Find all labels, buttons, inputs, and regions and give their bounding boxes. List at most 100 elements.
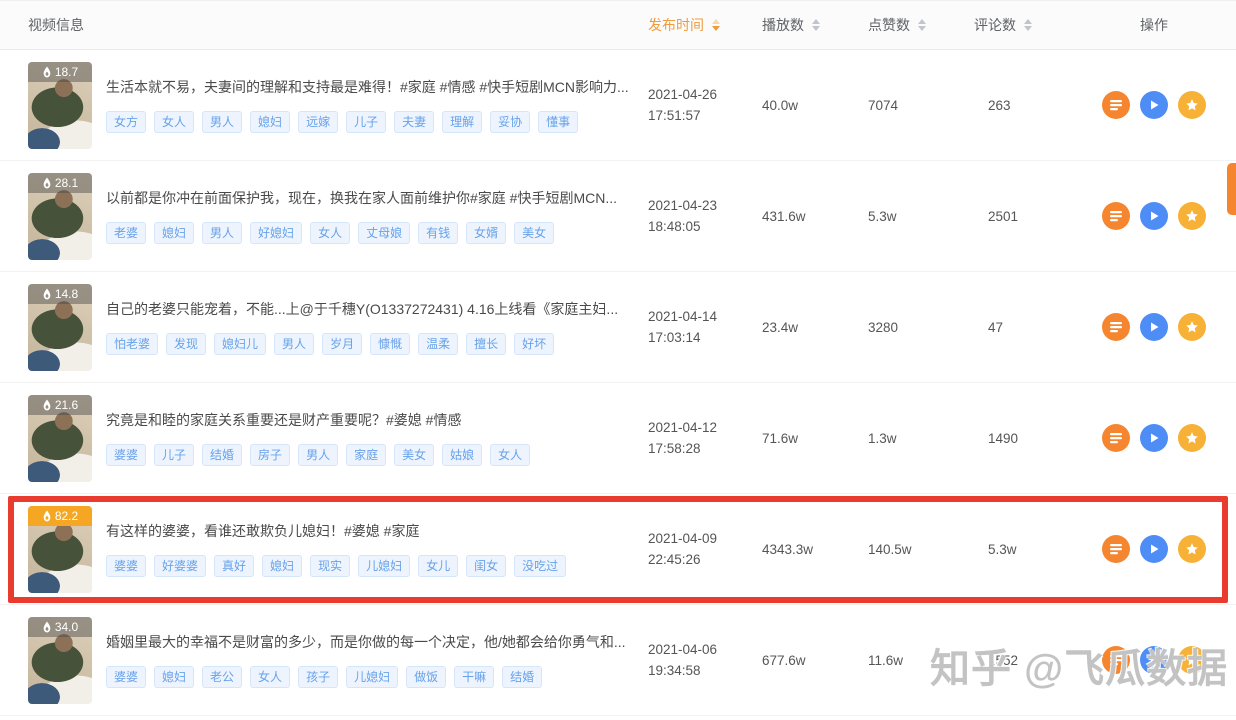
video-tag[interactable]: 现实: [310, 555, 350, 577]
video-title[interactable]: 有这样的婆婆，看谁还敢欺负儿媳妇！#婆媳 #家庭: [106, 522, 566, 540]
sort-caret-icon[interactable]: [812, 19, 820, 31]
video-tag[interactable]: 好坏: [514, 333, 554, 355]
video-title[interactable]: 究竟是和睦的家庭关系重要还是财产重要呢？#婆媳 #情感: [106, 411, 530, 429]
video-thumbnail[interactable]: 82.2: [28, 506, 92, 593]
video-tag[interactable]: 女方: [106, 111, 146, 133]
video-tag[interactable]: 美女: [514, 222, 554, 244]
column-header-play-count[interactable]: 播放数: [762, 15, 868, 35]
video-thumbnail[interactable]: 14.8: [28, 284, 92, 371]
video-tag[interactable]: 懂事: [538, 111, 578, 133]
data-detail-button[interactable]: [1102, 91, 1130, 119]
video-tag[interactable]: 好媳妇: [250, 222, 302, 244]
video-tag[interactable]: 姑娘: [442, 444, 482, 466]
video-title[interactable]: 婚姻里最大的幸福不是财富的多少，而是你做的每一个决定，他/她都会给你勇气和...: [106, 633, 626, 651]
sort-caret-icon[interactable]: [1024, 19, 1032, 31]
video-tag[interactable]: 儿媳妇: [346, 666, 398, 688]
data-detail-button[interactable]: [1102, 424, 1130, 452]
video-tag[interactable]: 温柔: [418, 333, 458, 355]
video-tag[interactable]: 怕老婆: [106, 333, 158, 355]
video-tag[interactable]: 擅长: [466, 333, 506, 355]
column-header-comment-count[interactable]: 评论数: [974, 15, 1098, 35]
video-tag[interactable]: 男人: [274, 333, 314, 355]
actions-label: 操作: [1140, 15, 1168, 35]
video-tag[interactable]: 儿子: [346, 111, 386, 133]
play-video-button[interactable]: [1140, 646, 1168, 674]
column-header-like-count[interactable]: 点赞数: [868, 15, 974, 35]
play-video-button[interactable]: [1140, 202, 1168, 230]
video-tag[interactable]: 女人: [490, 444, 530, 466]
video-tag[interactable]: 闺女: [466, 555, 506, 577]
like-count-cell: 5.3w: [868, 209, 974, 224]
video-tag[interactable]: 儿媳妇: [358, 555, 410, 577]
favorite-button[interactable]: [1178, 91, 1206, 119]
video-tag[interactable]: 媳妇: [154, 666, 194, 688]
video-tag[interactable]: 家庭: [346, 444, 386, 466]
data-detail-button[interactable]: [1102, 202, 1130, 230]
video-tag[interactable]: 丈母娘: [358, 222, 410, 244]
video-tag[interactable]: 婆婆: [106, 444, 146, 466]
edge-drawer-tab[interactable]: [1227, 163, 1236, 215]
favorite-button[interactable]: [1178, 424, 1206, 452]
video-tag[interactable]: 女人: [250, 666, 290, 688]
video-tag[interactable]: 夫妻: [394, 111, 434, 133]
play-video-button[interactable]: [1140, 535, 1168, 563]
video-tag[interactable]: 结婚: [502, 666, 542, 688]
video-tag[interactable]: 理解: [442, 111, 482, 133]
video-tag[interactable]: 好婆婆: [154, 555, 206, 577]
data-detail-button[interactable]: [1102, 646, 1130, 674]
video-title[interactable]: 生活本就不易，夫妻间的理解和支持最是难得！#家庭 #情感 #快手短剧MCN影响力…: [106, 78, 629, 96]
publish-date: 2021-04-09: [648, 528, 762, 549]
video-tag[interactable]: 婆婆: [106, 666, 146, 688]
video-tag[interactable]: 男人: [298, 444, 338, 466]
video-thumbnail[interactable]: 28.1: [28, 173, 92, 260]
play-count-cell: 677.6w: [762, 653, 868, 668]
play-video-button[interactable]: [1140, 91, 1168, 119]
video-tag[interactable]: 发现: [166, 333, 206, 355]
video-tag[interactable]: 媳妇儿: [214, 333, 266, 355]
video-tag[interactable]: 远嫁: [298, 111, 338, 133]
video-tag[interactable]: 妥协: [490, 111, 530, 133]
sort-caret-icon[interactable]: [712, 19, 720, 31]
play-video-button[interactable]: [1140, 424, 1168, 452]
video-tag[interactable]: 女儿: [418, 555, 458, 577]
video-tag[interactable]: 老公: [202, 666, 242, 688]
video-title[interactable]: 以前都是你冲在前面保护我，现在，换我在家人面前维护你#家庭 #快手短剧MCN..…: [106, 189, 617, 207]
video-tag[interactable]: 结婚: [202, 444, 242, 466]
video-tag[interactable]: 美女: [394, 444, 434, 466]
video-tag[interactable]: 岁月: [322, 333, 362, 355]
video-tag[interactable]: 男人: [202, 111, 242, 133]
video-title[interactable]: 自己的老婆只能宠着，不能...上@于千穗Y(O1337272431) 4.16上…: [106, 300, 618, 318]
play-video-button[interactable]: [1140, 313, 1168, 341]
video-thumbnail[interactable]: 34.0: [28, 617, 92, 704]
video-tag[interactable]: 媳妇: [250, 111, 290, 133]
video-tag[interactable]: 做饭: [406, 666, 446, 688]
video-tags: 婆婆儿子结婚房子男人家庭美女姑娘女人: [106, 444, 530, 466]
video-info-cell: 34.0 婚姻里最大的幸福不是财富的多少，而是你做的每一个决定，他/她都会给你勇…: [28, 617, 648, 704]
video-tag[interactable]: 有钱: [418, 222, 458, 244]
video-tag[interactable]: 真好: [214, 555, 254, 577]
video-tag[interactable]: 女人: [310, 222, 350, 244]
data-detail-button[interactable]: [1102, 535, 1130, 563]
video-thumbnail[interactable]: 21.6: [28, 395, 92, 482]
column-header-publish-time[interactable]: 发布时间: [648, 15, 762, 35]
favorite-button[interactable]: [1178, 646, 1206, 674]
video-tag[interactable]: 老婆: [106, 222, 146, 244]
data-detail-button[interactable]: [1102, 313, 1130, 341]
video-tag[interactable]: 女婿: [466, 222, 506, 244]
video-tag[interactable]: 干嘛: [454, 666, 494, 688]
favorite-button[interactable]: [1178, 313, 1206, 341]
video-tag[interactable]: 孩子: [298, 666, 338, 688]
video-tag[interactable]: 女人: [154, 111, 194, 133]
video-tag[interactable]: 婆婆: [106, 555, 146, 577]
video-tag[interactable]: 媳妇: [154, 222, 194, 244]
video-tag[interactable]: 慷慨: [370, 333, 410, 355]
video-thumbnail[interactable]: 18.7: [28, 62, 92, 149]
video-tag[interactable]: 儿子: [154, 444, 194, 466]
favorite-button[interactable]: [1178, 535, 1206, 563]
video-tag[interactable]: 没吃过: [514, 555, 566, 577]
video-tag[interactable]: 房子: [250, 444, 290, 466]
sort-caret-icon[interactable]: [918, 19, 926, 31]
video-tag[interactable]: 媳妇: [262, 555, 302, 577]
favorite-button[interactable]: [1178, 202, 1206, 230]
video-tag[interactable]: 男人: [202, 222, 242, 244]
